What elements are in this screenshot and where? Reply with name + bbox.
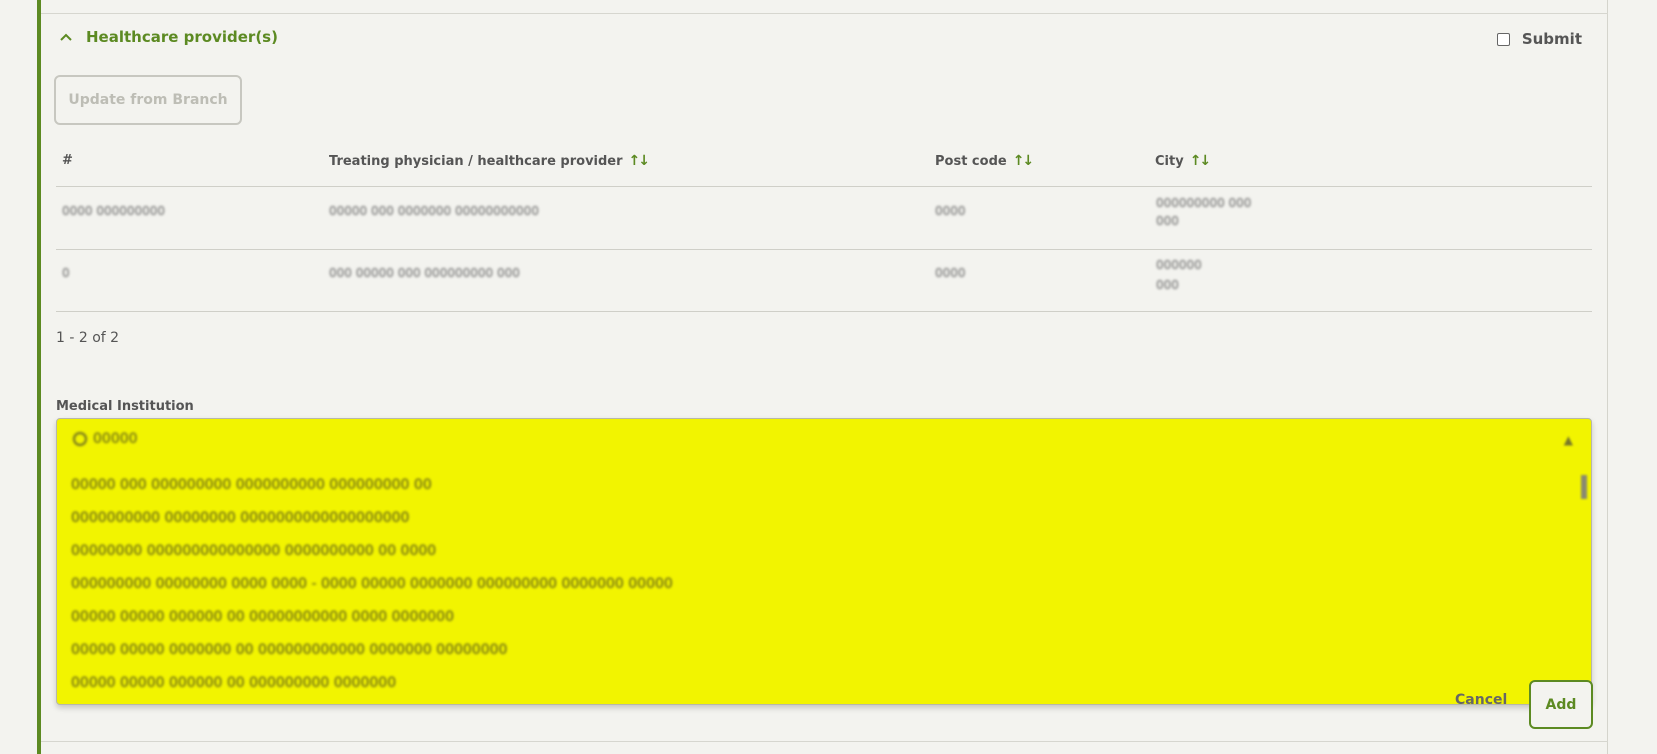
sort-icon[interactable]: ↑↓ <box>629 153 651 169</box>
divider <box>41 741 1608 742</box>
medical-institution-label: Medical Institution <box>56 399 194 414</box>
pagination-summary: 1 - 2 of 2 <box>56 330 120 346</box>
sort-icon[interactable]: ↑↓ <box>1190 153 1212 169</box>
search-input[interactable]: 00000 <box>93 431 138 447</box>
submit-checkbox[interactable] <box>1496 32 1510 46</box>
section-title: Healthcare provider(s) <box>86 28 278 46</box>
list-item[interactable]: 00000 00000 000000 00 00000000000 0000 0… <box>57 601 1591 634</box>
table-divider <box>56 249 1592 250</box>
list-item[interactable]: 00000000 000000000000000 0000000000 00 0… <box>57 535 1591 568</box>
medical-institution-search[interactable]: 00000 <box>73 431 138 447</box>
dropdown-list: 00000 000 000000000 0000000000 000000000… <box>57 469 1591 700</box>
cell-city: 000000000 000 <box>1156 196 1252 210</box>
update-from-branch-button[interactable]: Update from Branch <box>54 75 242 125</box>
cancel-button[interactable]: Cancel <box>1455 692 1507 708</box>
chevron-up-icon[interactable]: ▲ <box>1564 433 1573 447</box>
section-header[interactable]: Healthcare provider(s) <box>60 28 278 46</box>
cell-postcode: 0000 <box>935 204 966 218</box>
col-header-city[interactable]: City ↑↓ <box>1155 153 1212 169</box>
submit-toggle[interactable]: Submit <box>1496 30 1582 48</box>
cell-id: 0000 000000000 <box>62 204 166 218</box>
cell-city-secondary: 000 <box>1156 278 1179 292</box>
list-item[interactable]: 00000 000 000000000 0000000000 000000000… <box>57 469 1591 502</box>
sort-icon[interactable]: ↑↓ <box>1013 153 1035 169</box>
col-header-provider[interactable]: Treating physician / healthcare provider… <box>329 153 651 169</box>
scrollbar[interactable] <box>1581 475 1587 499</box>
col-header-number: # <box>62 153 73 168</box>
cell-id: 0 <box>62 266 70 280</box>
search-icon <box>73 432 87 446</box>
submit-label: Submit <box>1521 30 1582 48</box>
cell-postcode: 0000 <box>935 266 966 280</box>
col-header-postcode[interactable]: Post code ↑↓ <box>935 153 1035 169</box>
cell-city: 000000 <box>1156 258 1202 272</box>
table-divider <box>56 186 1592 187</box>
cell-provider: 000 00000 000 000000000 000 <box>329 266 520 280</box>
list-item[interactable]: 00000 00000 0000000 00 000000000000 0000… <box>57 634 1591 667</box>
list-item[interactable]: 00000 00000 000000 00 000000000 0000000 <box>57 667 1591 700</box>
chevron-up-icon[interactable] <box>60 33 72 41</box>
medical-institution-dropdown[interactable]: 00000 ▲ 00000 000 000000000 0000000000 0… <box>56 418 1592 705</box>
divider <box>41 13 1608 14</box>
list-item[interactable]: 0000000000 00000000 0000000000000000000 <box>57 502 1591 535</box>
cell-city-secondary: 000 <box>1156 214 1179 228</box>
list-item[interactable]: 000000000 00000000 0000 0000 - 0000 0000… <box>57 568 1591 601</box>
cell-provider: 00000 000 0000000 00000000000 <box>329 204 539 218</box>
table-divider <box>56 311 1592 312</box>
add-button[interactable]: Add <box>1529 680 1593 729</box>
